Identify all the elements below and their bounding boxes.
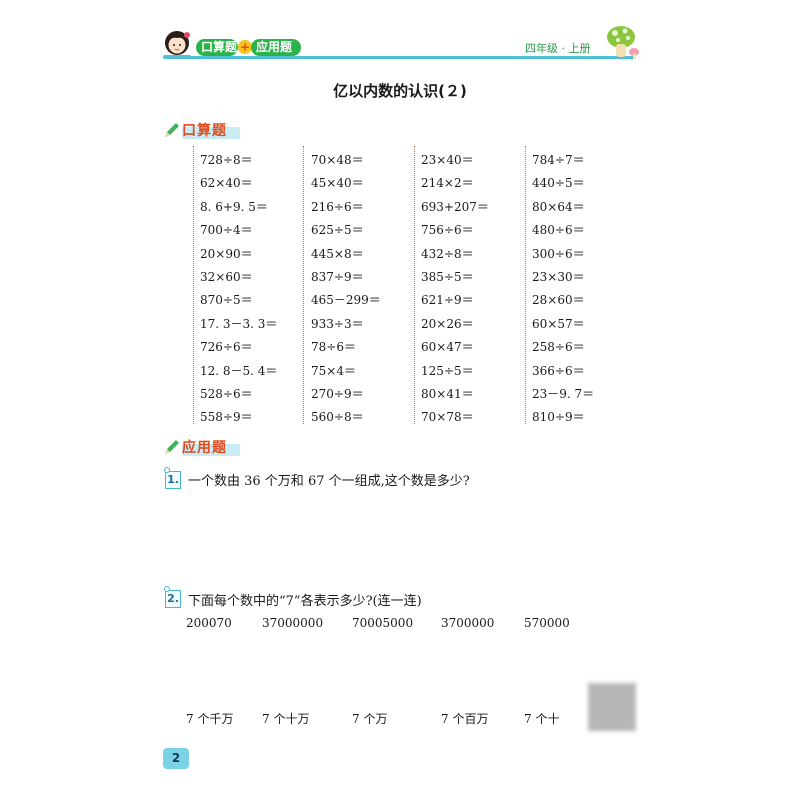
pencil-icon xyxy=(165,123,179,137)
question-number-2: 2. xyxy=(164,586,181,608)
oral-problem: 810÷9＝ xyxy=(532,410,585,424)
pencil-icon xyxy=(165,440,179,454)
oral-problem: 75×4＝ xyxy=(311,364,356,378)
oral-problem: 80×41＝ xyxy=(421,387,474,401)
oral-problem: 693+207＝ xyxy=(421,200,489,214)
oral-problem: 23－9. 7＝ xyxy=(532,387,595,401)
oral-problem: 12. 8－5. 4＝ xyxy=(200,364,278,378)
match-place: 7 个十万 xyxy=(262,712,310,726)
oral-problem: 870÷5＝ xyxy=(200,293,253,307)
match-place: 7 个千万 xyxy=(186,712,234,726)
oral-problem: 62×40＝ xyxy=(200,176,253,190)
match-number: 70005000 xyxy=(352,616,414,630)
column-divider xyxy=(193,146,194,424)
question-2-text: 下面每个数中的“7”各表示多少?(连一连) xyxy=(188,594,422,609)
column-divider xyxy=(414,146,415,424)
tag-applied: 应用题 xyxy=(251,39,301,56)
tag-oral: 口算题 xyxy=(196,39,238,56)
oral-problem: 558÷9＝ xyxy=(200,410,253,424)
oral-problem: 80×64＝ xyxy=(532,200,585,214)
header-divider xyxy=(165,56,635,59)
oral-problem: 625÷5＝ xyxy=(311,223,364,237)
oral-problem: 726÷6＝ xyxy=(200,340,253,354)
match-place: 7 个百万 xyxy=(441,712,489,726)
oral-problem: 480÷6＝ xyxy=(532,223,585,237)
oral-problem: 70×48＝ xyxy=(311,153,364,167)
oral-problem: 8. 6+9. 5＝ xyxy=(200,200,268,214)
oral-problem: 17. 3－3. 3＝ xyxy=(200,317,278,331)
oral-problem: 300÷6＝ xyxy=(532,247,585,261)
oral-problem: 528÷6＝ xyxy=(200,387,253,401)
oral-problem: 70×78＝ xyxy=(421,410,474,424)
oral-problem: 621÷9＝ xyxy=(421,293,474,307)
oral-problem: 125÷5＝ xyxy=(421,364,474,378)
page-title: 亿以内数的认识(２) xyxy=(333,82,467,100)
column-divider xyxy=(525,146,526,424)
oral-problem: 20×90＝ xyxy=(200,247,253,261)
oral-problem: 385÷5＝ xyxy=(421,270,474,284)
oral-problem: 445×8＝ xyxy=(311,247,364,261)
oral-problem: 700÷4＝ xyxy=(200,223,253,237)
oral-problem: 560÷8＝ xyxy=(311,410,364,424)
qr-code xyxy=(588,683,636,731)
question-1-text: 一个数由 36 个万和 67 个一组成,这个数是多少? xyxy=(188,474,470,489)
oral-section-heading: 口算题 xyxy=(160,120,270,142)
oral-problem: 837÷9＝ xyxy=(311,270,364,284)
match-number: 3700000 xyxy=(441,616,495,630)
oral-heading-text: 口算题 xyxy=(182,123,227,139)
oral-problem: 258÷6＝ xyxy=(532,340,585,354)
match-place: 7 个十 xyxy=(524,712,560,726)
oral-problem: 933÷3＝ xyxy=(311,317,364,331)
oral-problem: 756÷6＝ xyxy=(421,223,474,237)
plus-icon: + xyxy=(238,40,252,54)
oral-problem: 60×47＝ xyxy=(421,340,474,354)
page-number: 2 xyxy=(163,748,189,769)
oral-problem: 214×2＝ xyxy=(421,176,474,190)
oral-problem: 78÷6＝ xyxy=(311,340,356,354)
match-number: 570000 xyxy=(524,616,570,630)
oral-problem: 432÷8＝ xyxy=(421,247,474,261)
oral-problem: 23×30＝ xyxy=(532,270,585,284)
oral-problem: 28×60＝ xyxy=(532,293,585,307)
applied-heading-text: 应用题 xyxy=(182,440,227,456)
oral-problem: 20×26＝ xyxy=(421,317,474,331)
oral-problem: 60×57＝ xyxy=(532,317,585,331)
column-divider xyxy=(303,146,304,424)
match-number: 200070 xyxy=(186,616,232,630)
applied-section-heading: 应用题 xyxy=(160,437,270,459)
question-number-1: 1. xyxy=(164,467,181,489)
oral-problem: 465－299＝ xyxy=(311,293,381,307)
oral-problem: 366÷6＝ xyxy=(532,364,585,378)
oral-problem: 728÷8＝ xyxy=(200,153,253,167)
cartoon-girl-icon xyxy=(163,31,191,59)
match-number: 37000000 xyxy=(262,616,324,630)
oral-problem: 32×60＝ xyxy=(200,270,253,284)
oral-problem: 270÷9＝ xyxy=(311,387,364,401)
mushroom-icon xyxy=(607,26,639,59)
oral-problem: 440÷5＝ xyxy=(532,176,585,190)
match-place: 7 个万 xyxy=(352,712,388,726)
grade-label: 四年级 · 上册 xyxy=(525,42,591,55)
oral-problem: 45×40＝ xyxy=(311,176,364,190)
oral-problem: 216÷6＝ xyxy=(311,200,364,214)
oral-problem: 784÷7＝ xyxy=(532,153,585,167)
oral-problem: 23×40＝ xyxy=(421,153,474,167)
